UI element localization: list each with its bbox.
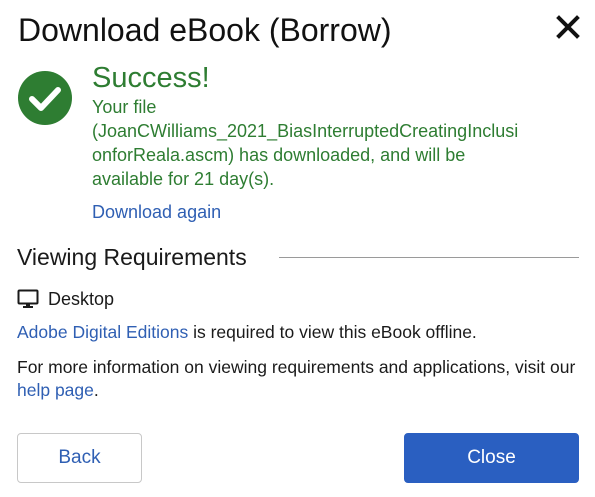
success-message: Your file (JoanCWilliams_2021_BiasInterr…	[92, 95, 572, 191]
success-message-line: (JoanCWilliams_2021_BiasInterruptedCreat…	[92, 121, 519, 141]
info-text-body: For more information on viewing requirem…	[17, 357, 576, 377]
success-title: Success!	[92, 62, 210, 94]
back-button[interactable]: Back	[17, 433, 142, 483]
section-divider	[279, 257, 579, 258]
close-x-icon[interactable]	[553, 12, 583, 42]
success-message-line: Your file	[92, 97, 157, 117]
adobe-digital-editions-link[interactable]: Adobe Digital Editions	[17, 322, 188, 342]
viewing-requirements-heading: Viewing Requirements	[17, 244, 247, 270]
info-text-end: .	[93, 380, 99, 400]
platform-row: Desktop	[17, 287, 114, 311]
requirement-text: Adobe Digital Editions is required to vi…	[17, 320, 477, 344]
close-button[interactable]: Close	[404, 433, 579, 483]
download-ebook-dialog: Download eBook (Borrow) Success! Your fi…	[0, 0, 595, 497]
download-again-link[interactable]: Download again	[92, 200, 221, 224]
success-message-line: onforReala.ascm) has downloaded, and wil…	[92, 145, 466, 165]
desktop-monitor-icon	[17, 289, 39, 308]
requirement-text-rest: is required to view this eBook offline.	[188, 322, 477, 342]
dialog-title: Download eBook (Borrow)	[18, 12, 392, 48]
check-circle-icon	[18, 71, 72, 125]
info-text: For more information on viewing requirem…	[17, 356, 577, 402]
success-message-line: available for 21 day(s).	[92, 169, 275, 189]
platform-label: Desktop	[48, 289, 115, 309]
help-page-link[interactable]: help page	[17, 380, 94, 400]
